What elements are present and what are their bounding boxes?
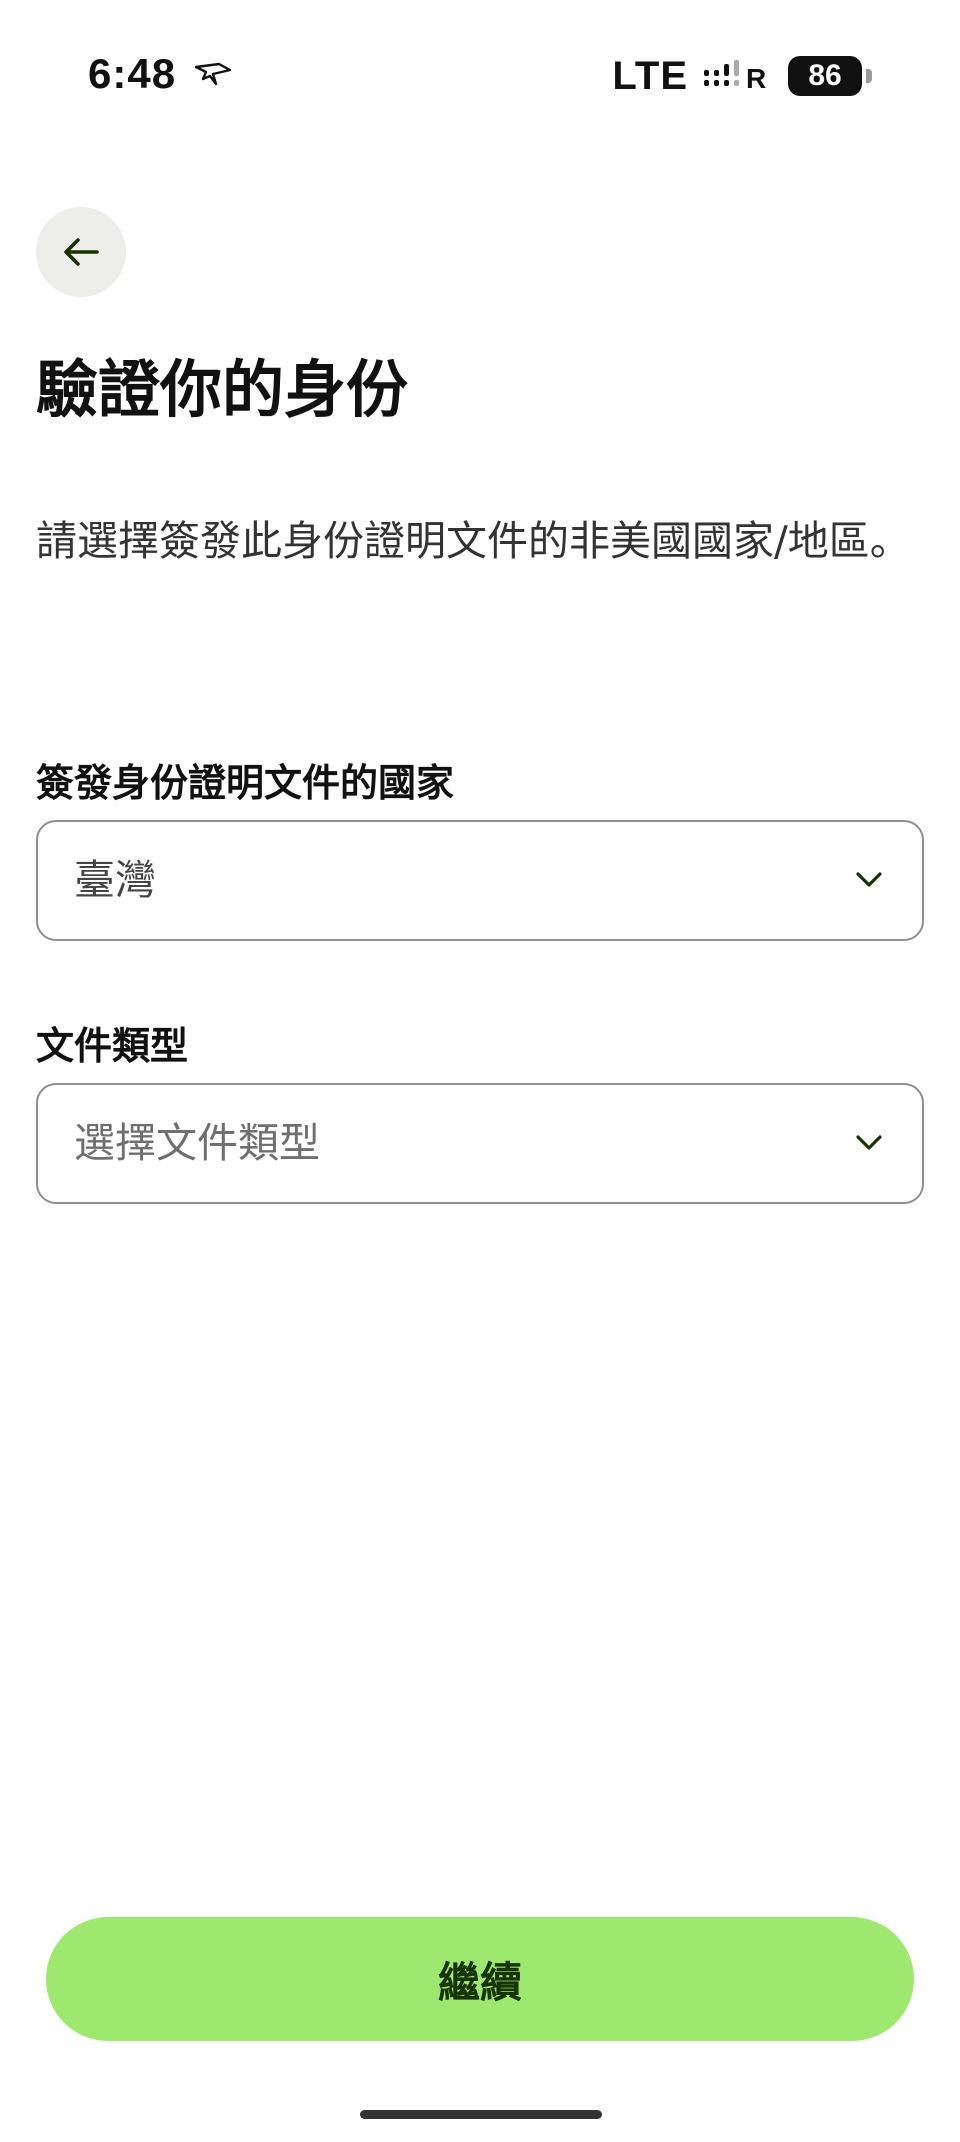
home-indicator[interactable] <box>360 2110 602 2119</box>
document-type-placeholder: 選擇文件類型 <box>74 1119 320 1167</box>
chevron-down-icon <box>856 1135 882 1150</box>
battery-cap <box>866 69 872 83</box>
chevron-down-icon <box>856 872 882 887</box>
document-type-label: 文件類型 <box>36 1024 189 1068</box>
issuing-country-label: 簽發身份證明文件的國家 <box>36 761 455 805</box>
signal-suffix: R <box>746 63 766 94</box>
battery-icon: 86 <box>788 56 872 96</box>
battery-level: 86 <box>788 56 862 96</box>
arrow-left-icon <box>64 238 99 266</box>
network-type: LTE <box>612 53 688 98</box>
document-type-select[interactable]: 選擇文件類型 <box>36 1083 924 1204</box>
issuing-country-value: 臺灣 <box>74 856 156 904</box>
signal-strength-icon: R <box>704 60 766 94</box>
status-time: 6:48 <box>88 50 177 97</box>
page-description: 請選擇簽發此身份證明文件的非美國國家/地區。 <box>36 517 911 565</box>
location-arrow-icon <box>194 62 232 86</box>
status-indicators: LTE R 86 <box>612 54 872 98</box>
back-button[interactable] <box>36 207 126 297</box>
page-title: 驗證你的身份 <box>36 353 409 426</box>
status-bar: 6:48 LTE R 86 <box>0 0 960 150</box>
issuing-country-select[interactable]: 臺灣 <box>36 820 924 941</box>
continue-button[interactable]: 繼續 <box>46 1917 914 2041</box>
